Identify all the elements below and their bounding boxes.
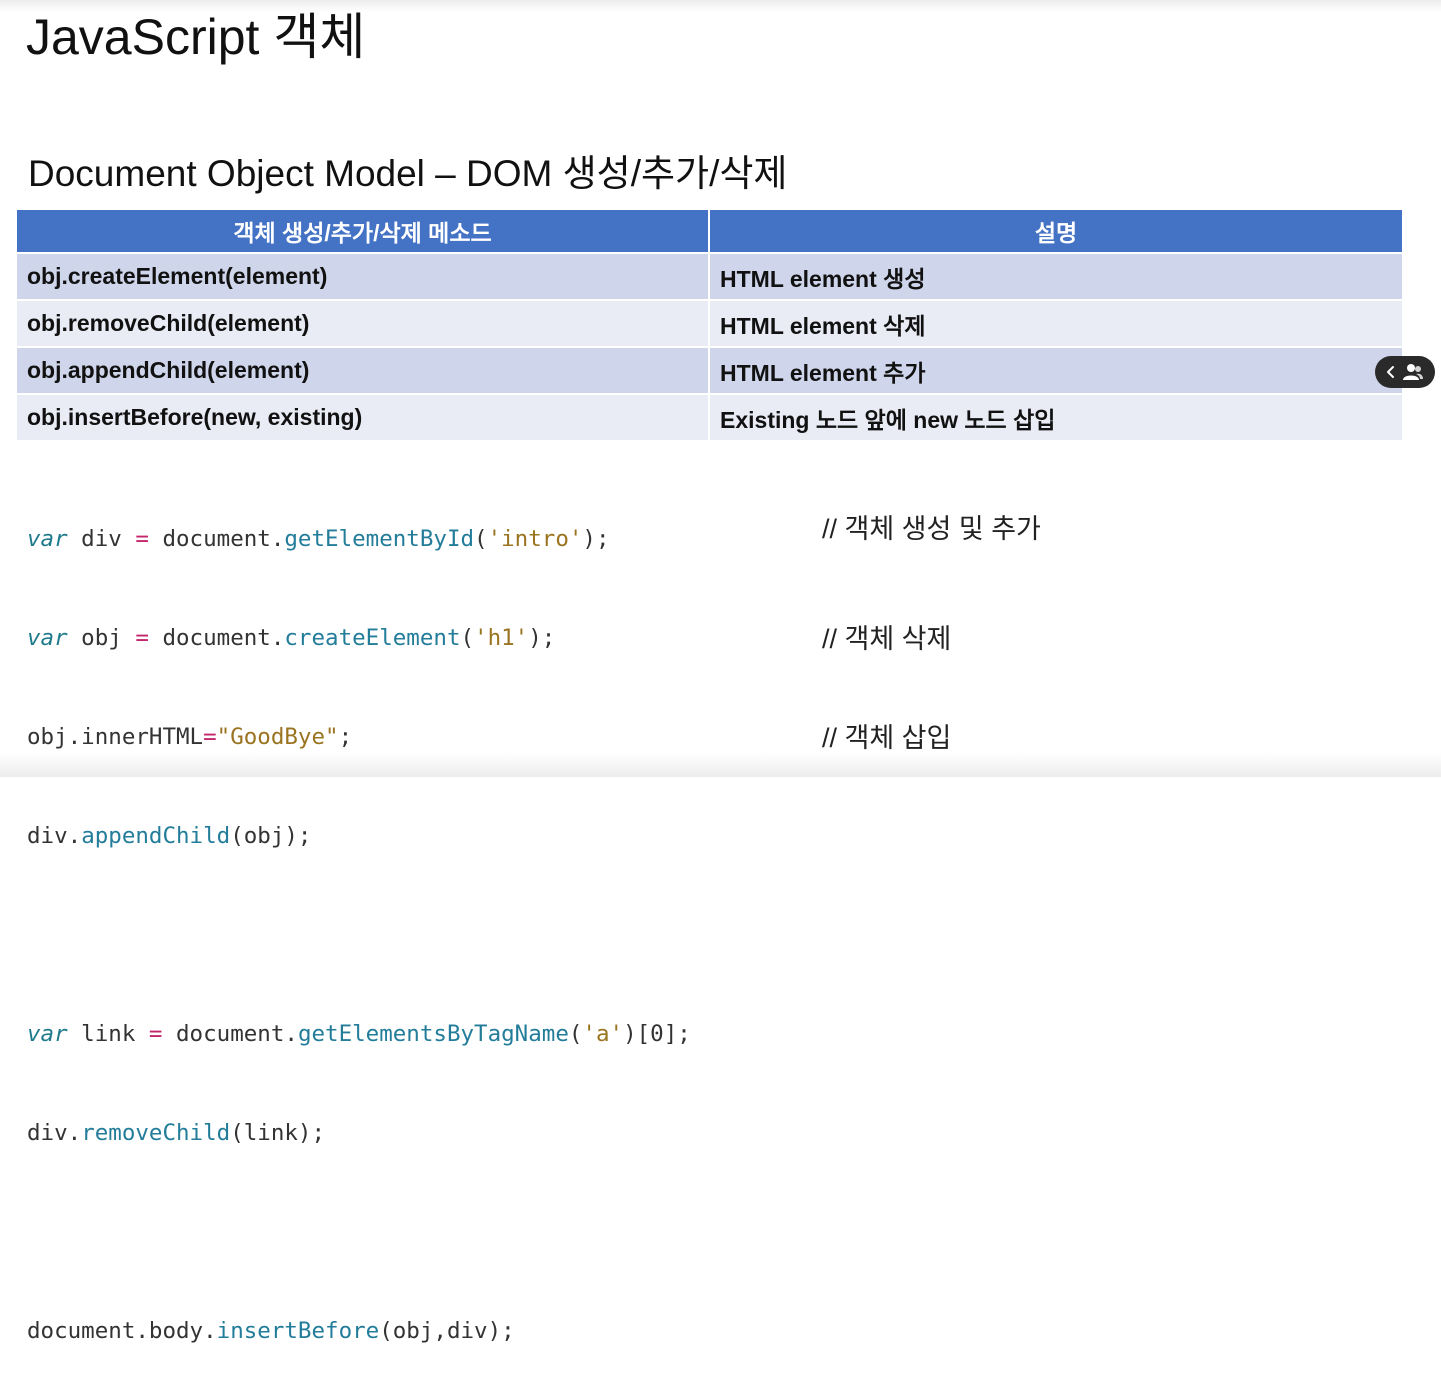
code-line: div.removeChild(link);: [27, 1117, 691, 1150]
method-cell: obj.appendChild(element): [17, 347, 710, 395]
description-cell: HTML element 추가: [709, 347, 1402, 395]
description-cell: HTML element 생성: [709, 253, 1402, 301]
table-row: obj.appendChild(element) HTML element 추가: [17, 347, 1402, 395]
code-operator: =: [203, 724, 217, 750]
slide-title: JavaScript 객체: [26, 9, 366, 65]
code-text: div.: [27, 1120, 82, 1146]
code-text: )[0];: [623, 1021, 691, 1047]
code-text: );: [582, 526, 610, 552]
code-string: 'a': [582, 1021, 624, 1047]
method-cell: obj.createElement(element): [17, 253, 710, 301]
code-text: (obj);: [230, 823, 312, 849]
code-keyword: var: [27, 625, 68, 651]
table-row: obj.createElement(element) HTML element …: [17, 253, 1402, 301]
code-text: div.: [27, 823, 82, 849]
code-function: getElementsByTagName: [297, 1021, 569, 1047]
code-operator: =: [148, 1021, 163, 1047]
code-text: (: [460, 625, 475, 651]
method-cell: obj.removeChild(element): [17, 300, 710, 348]
code-function: insertBefore: [216, 1318, 380, 1344]
code-function: getElementById: [284, 526, 475, 552]
code-text: (: [568, 1021, 583, 1047]
code-text: document.: [162, 1021, 298, 1047]
code-comment-create-append: // 객체 생성 및 추가: [822, 514, 1041, 544]
participants-toggle-button[interactable]: [1375, 356, 1435, 388]
code-text: (: [474, 526, 488, 552]
code-text: document.: [148, 526, 285, 552]
code-operator: =: [135, 625, 149, 651]
code-string: 'h1': [474, 625, 529, 651]
code-text: (link);: [230, 1120, 326, 1146]
description-cell: HTML element 삭제: [709, 300, 1402, 348]
code-text: ;: [338, 724, 353, 750]
table-header-row: 객체 생성/추가/삭제 메소드 설명: [17, 210, 1402, 254]
code-block: var div = document.getElementById('intro…: [27, 457, 691, 1381]
code-keyword: var: [27, 1021, 68, 1047]
person-icon: [1402, 363, 1424, 381]
code-text: document.body.: [27, 1318, 217, 1344]
table-row: obj.insertBefore(new, existing) Existing…: [17, 394, 1402, 442]
section-title: Document Object Model – DOM 생성/추가/삭제: [28, 153, 788, 194]
chevron-left-icon: [1386, 365, 1396, 379]
code-text: );: [528, 625, 556, 651]
header-method: 객체 생성/추가/삭제 메소드: [17, 210, 710, 254]
header-description: 설명: [709, 210, 1402, 254]
code-text: obj.innerHTML: [27, 724, 204, 750]
code-keyword: var: [27, 526, 68, 552]
description-cell: Existing 노드 앞에 new 노드 삽입: [709, 394, 1402, 442]
code-string: "GoodBye": [216, 724, 339, 750]
code-line: var obj = document.createElement('h1');: [27, 622, 691, 655]
method-cell: obj.insertBefore(new, existing): [17, 394, 710, 442]
code-text: div: [67, 526, 136, 552]
code-comment-remove: // 객체 삭제: [822, 624, 952, 654]
bottom-shade: [0, 752, 1441, 777]
code-line: var link = document.getElementsByTagName…: [27, 1018, 691, 1051]
methods-table: 객체 생성/추가/삭제 메소드 설명 obj.createElement(ele…: [17, 210, 1402, 442]
code-line: obj.innerHTML="GoodBye";: [27, 721, 691, 754]
code-function: appendChild: [81, 823, 231, 849]
code-text: document.: [148, 625, 285, 651]
code-function: createElement: [284, 625, 461, 651]
code-line: document.body.insertBefore(obj,div);: [27, 1315, 691, 1348]
code-function: removeChild: [81, 1120, 231, 1146]
code-text: (obj,div);: [379, 1318, 515, 1344]
table-row: obj.removeChild(element) HTML element 삭제: [17, 300, 1402, 348]
code-operator: =: [135, 526, 149, 552]
code-line: div.appendChild(obj);: [27, 820, 691, 853]
code-text: obj: [67, 625, 136, 651]
code-text: link: [67, 1021, 149, 1047]
code-line: var div = document.getElementById('intro…: [27, 523, 691, 556]
code-string: 'intro': [487, 526, 583, 552]
code-comment-insert: // 객체 삽입: [822, 723, 952, 753]
